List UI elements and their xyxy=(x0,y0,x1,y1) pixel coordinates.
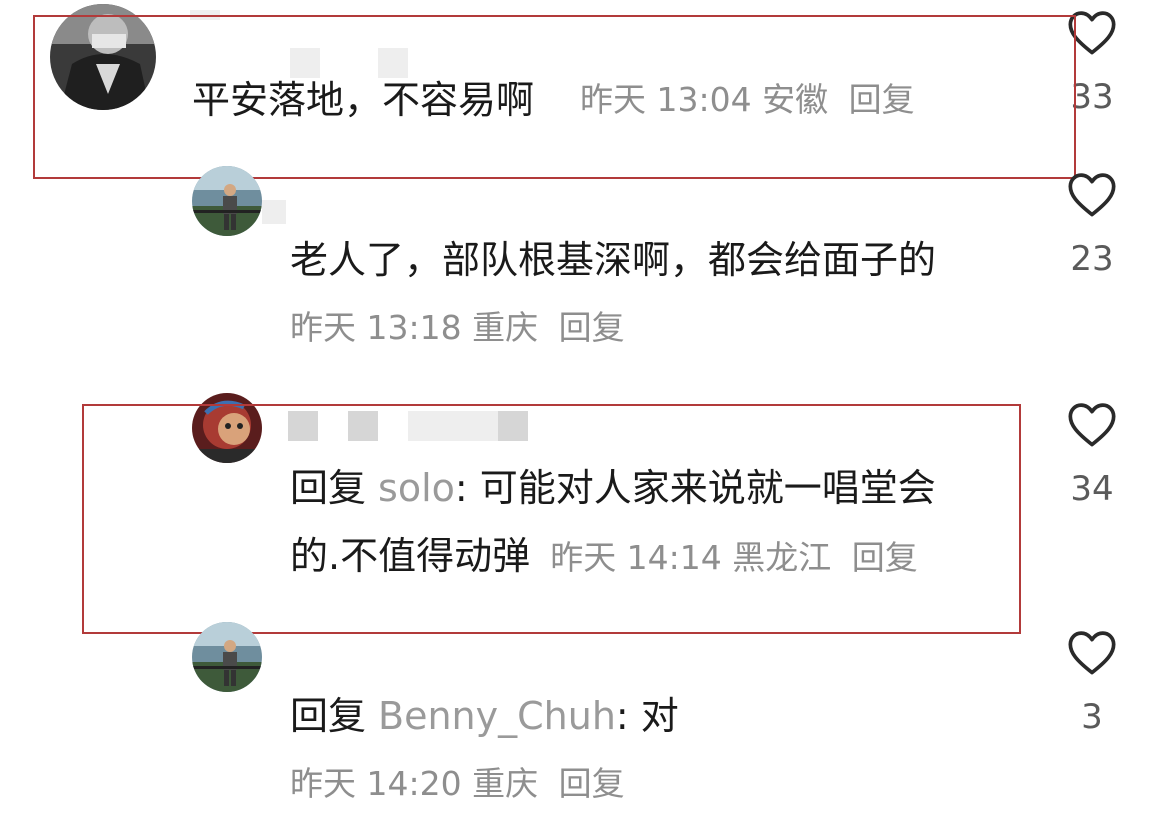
comment-timestamp-location: 昨天 13:18 重庆 xyxy=(290,308,539,347)
redacted-username xyxy=(288,411,318,441)
comment-text-line-1: : 可能对人家来说就一唱堂会 xyxy=(454,466,936,510)
like-column: 23 xyxy=(1057,170,1127,280)
heart-outline-icon[interactable] xyxy=(1066,8,1118,56)
avatar-comment-3[interactable] xyxy=(192,393,262,463)
reply-to-username[interactable]: solo xyxy=(378,466,455,510)
reply-prefix: 回复 xyxy=(290,466,367,510)
comment-text: 回复 Benny_Chuh: 对 xyxy=(290,697,679,735)
comment-text: 老人了，部队根基深啊，都会给面子的 xyxy=(290,238,937,282)
redacted-username xyxy=(190,10,220,20)
like-count: 33 xyxy=(1070,77,1114,117)
comment-meta: 昨天 13:18 重庆 回复 xyxy=(290,311,625,344)
comment-timestamp-location: 昨天 14:20 重庆 xyxy=(290,764,539,803)
redacted-username xyxy=(290,48,320,78)
redacted-username xyxy=(262,200,286,224)
like-count: 34 xyxy=(1070,469,1114,509)
reply-button[interactable]: 回复 xyxy=(852,538,918,577)
comment-text: 回复 solo: 可能对人家来说就一唱堂会 xyxy=(290,469,936,507)
comment-text-body: : 对 xyxy=(615,694,679,738)
reply-button[interactable]: 回复 xyxy=(559,764,625,803)
redacted-username xyxy=(378,48,408,78)
like-count: 3 xyxy=(1081,697,1103,737)
comment-meta: 昨天 14:20 重庆 回复 xyxy=(290,767,625,800)
heart-outline-icon[interactable] xyxy=(1066,170,1118,218)
comment-text-tail: 的.不值得动弹 xyxy=(290,534,531,578)
redacted-username xyxy=(408,411,498,441)
comment-timestamp-location: 昨天 14:14 黑龙江 xyxy=(550,538,832,577)
redacted-username xyxy=(498,411,528,441)
reply-button[interactable]: 回复 xyxy=(849,80,915,119)
avatar-comment-4[interactable] xyxy=(192,622,262,692)
reply-prefix: 回复 xyxy=(290,694,367,738)
reply-to-username[interactable]: Benny_Chuh xyxy=(378,694,616,738)
like-column: 33 xyxy=(1057,8,1127,118)
redacted-username xyxy=(348,411,378,441)
heart-outline-icon[interactable] xyxy=(1066,400,1118,448)
highlight-frame xyxy=(33,15,1076,179)
avatar-comment-1[interactable] xyxy=(50,4,156,110)
like-count: 23 xyxy=(1070,239,1114,279)
comment-timestamp-location: 昨天 13:04 安徽 xyxy=(580,80,829,119)
comment-meta: 昨天 13:04 安徽 回复 xyxy=(580,83,915,116)
avatar-comment-2[interactable] xyxy=(192,166,262,236)
comment-text: 平安落地，不容易啊 xyxy=(192,78,535,122)
like-column: 34 xyxy=(1057,400,1127,510)
reply-button[interactable]: 回复 xyxy=(559,308,625,347)
heart-outline-icon[interactable] xyxy=(1066,628,1118,676)
comment-text-line-2: 的.不值得动弹 昨天 14:14 黑龙江 回复 xyxy=(290,537,918,575)
like-column: 3 xyxy=(1057,628,1127,738)
